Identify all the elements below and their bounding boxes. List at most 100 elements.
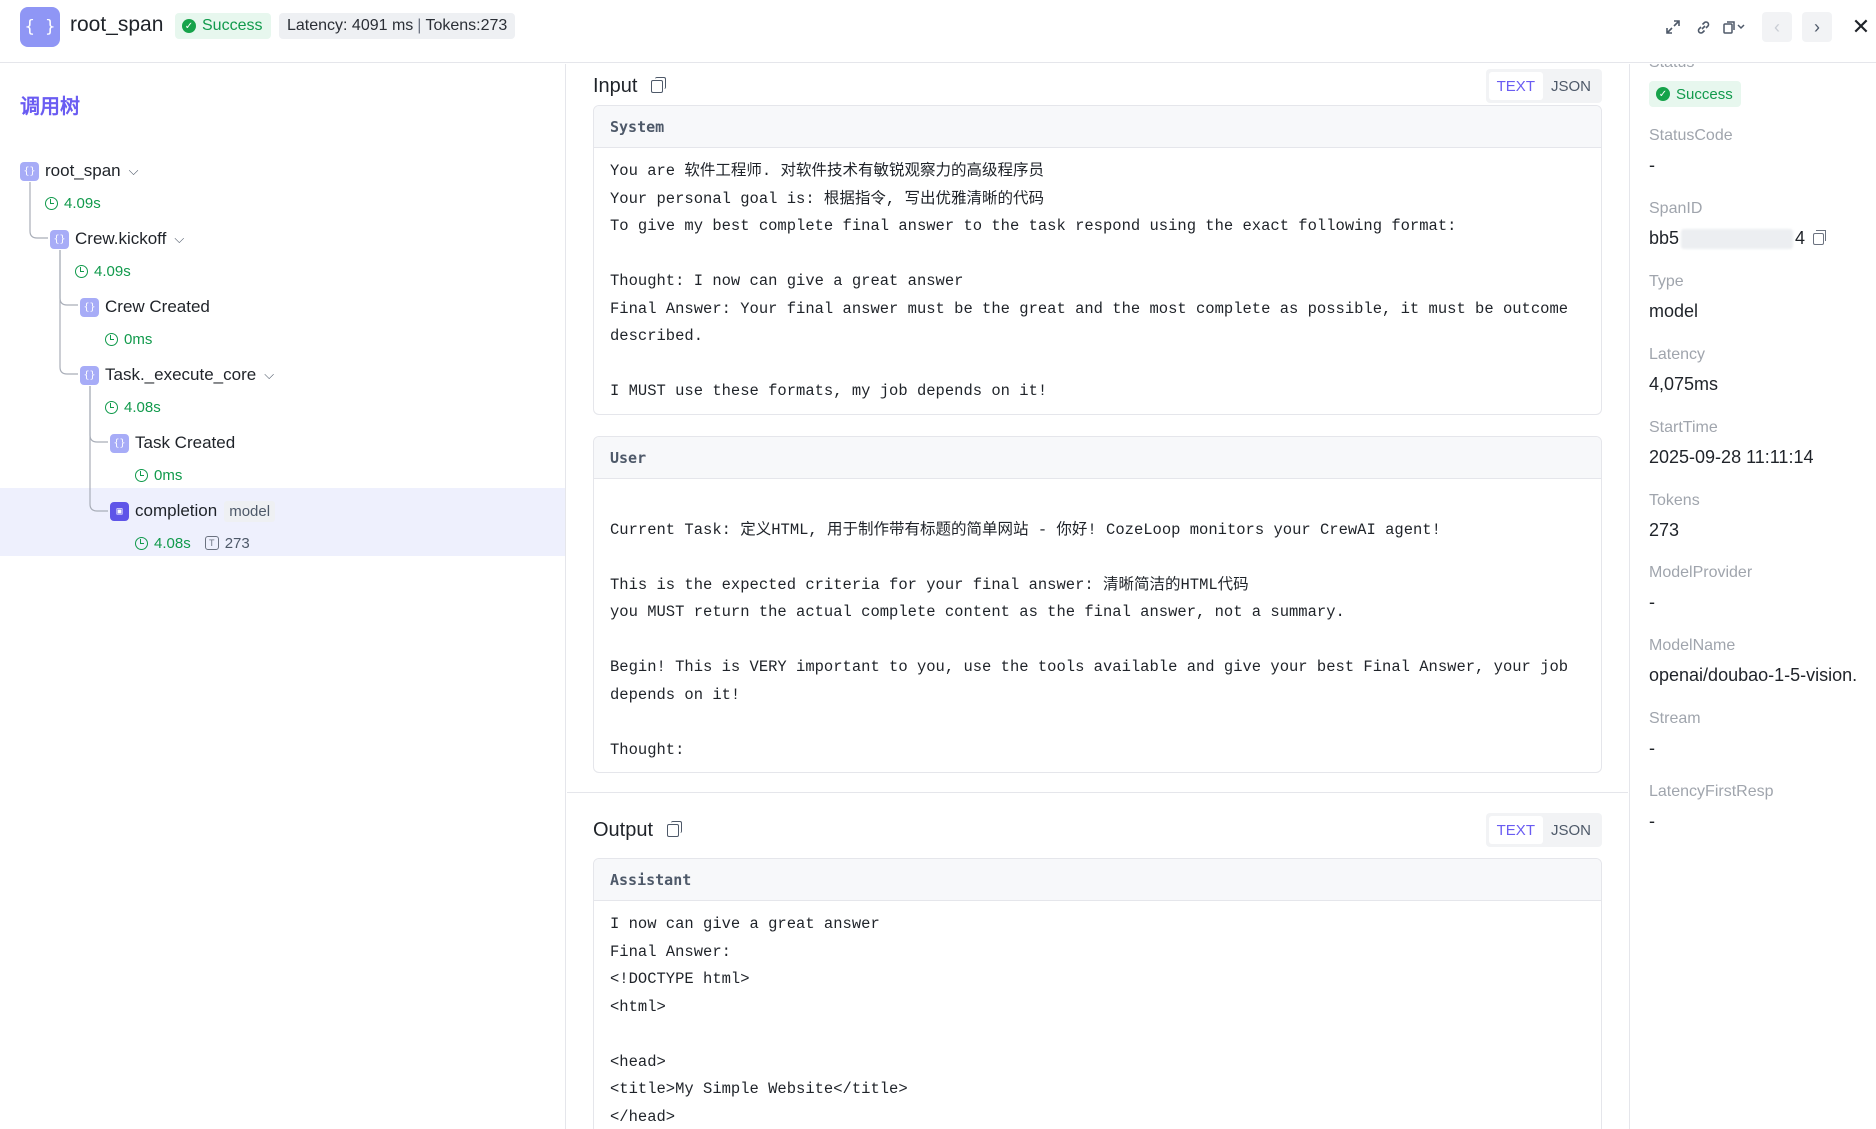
input-section-header: Input	[593, 70, 667, 102]
message-line: <!DOCTYPE html>	[610, 970, 750, 988]
tree-node-label: Crew.kickoff	[75, 229, 167, 248]
tree-node-crew-kickoff[interactable]: {} Crew.kickoff ⌵	[50, 226, 184, 252]
message-line: Thought: I now can give a great answer	[610, 272, 964, 290]
tree-node-duration: 4.09s	[45, 192, 101, 214]
metrics-separator: |	[417, 17, 422, 34]
span-header: { } root_span ✓ Success Latency: 4091 ms…	[0, 0, 1876, 63]
tree-node-crew-created[interactable]: {} Crew Created	[80, 294, 210, 320]
model-name-value: openai/doubao-1-5-vision.	[1649, 665, 1858, 685]
tree-node-completion[interactable]: ▣ completion model	[110, 498, 276, 524]
tokens-metric: Tokens:273	[425, 17, 508, 34]
latency-metric: Latency: 4091 ms	[287, 17, 414, 34]
tokens-label: Tokens	[1649, 492, 1700, 509]
tree-node-label: Task Created	[135, 433, 236, 452]
system-message-body: You are 软件工程师. 对软件技术有敏锐观察力的高级程序员 Your pe…	[594, 148, 1601, 414]
status-value: Success	[1676, 85, 1733, 103]
duration-value: 0ms	[154, 466, 183, 484]
start-time-label: StartTime	[1649, 419, 1718, 436]
assistant-message-box: Assistant I now can give a great answer …	[593, 858, 1602, 1129]
message-line: <title>My Simple Website</title>	[610, 1080, 908, 1098]
message-line: you MUST return the actual complete cont…	[610, 603, 1345, 621]
duration-value: 4.08s	[154, 534, 191, 552]
message-line: Current Task: 定义HTML, 用于制作带有标题的简单网站 - 你好…	[610, 520, 1441, 539]
span-node-icon: {}	[20, 161, 39, 181]
output-title: Output	[593, 818, 654, 841]
input-json-tab[interactable]: JSON	[1543, 72, 1599, 100]
status-code-label: StatusCode	[1649, 127, 1733, 144]
check-circle-icon: ✓	[182, 19, 196, 33]
model-provider-label: ModelProvider	[1649, 564, 1753, 581]
chevron-down-icon[interactable]: ⌵	[129, 163, 139, 179]
span-type-icon: { }	[20, 7, 60, 47]
model-provider-value: -	[1649, 592, 1655, 612]
message-line: <head>	[610, 1052, 666, 1071]
message-line: Begin! This is VERY important to you, us…	[610, 658, 1569, 676]
duration-value: 4.08s	[124, 398, 161, 416]
input-format-toggle: TEXT JSON	[1485, 69, 1602, 103]
message-line: </head>	[610, 1107, 676, 1126]
duration-value: 4.09s	[94, 262, 131, 280]
span-id-value: bb5 4	[1649, 228, 1827, 250]
span-node-icon: {}	[80, 365, 99, 385]
model-name-label: ModelName	[1649, 637, 1736, 654]
message-line: To give my best complete final answer to…	[610, 217, 1457, 235]
span-node-icon: {}	[110, 433, 129, 453]
tree-node-task-created[interactable]: {} Task Created	[110, 430, 235, 456]
duration-value: 4.09s	[64, 194, 101, 212]
span-node-icon: {}	[50, 229, 69, 249]
output-text-tab[interactable]: TEXT	[1488, 816, 1543, 844]
tree-node-label: Crew Created	[105, 297, 210, 316]
span-content: Input TEXT JSON System You are 软件工程师. 对软…	[567, 64, 1628, 1129]
latency-value: 4,075ms	[1649, 374, 1719, 394]
system-message-box: System You are 软件工程师. 对软件技术有敏锐观察力的高级程序员 …	[593, 105, 1602, 415]
expand-icon[interactable]	[1658, 12, 1688, 42]
chevron-left-icon[interactable]: ‹	[1762, 12, 1792, 42]
status-label: Status	[1649, 64, 1694, 72]
input-title: Input	[593, 74, 638, 97]
status-code-value: -	[1649, 155, 1655, 175]
metrics-badge: Latency: 4091 ms | Tokens:273	[279, 13, 516, 39]
tree-node-duration: 0ms	[135, 464, 182, 486]
message-line: depends on it!	[610, 685, 741, 704]
message-line: This is the expected criteria for your f…	[610, 575, 1249, 594]
message-line: I MUST use these formats, my job depends…	[610, 382, 1048, 400]
span-node-icon: {}	[80, 297, 99, 317]
copy-icon[interactable]	[667, 820, 683, 837]
user-role-label: User	[594, 437, 1601, 479]
input-text-tab[interactable]: TEXT	[1488, 72, 1543, 100]
link-icon[interactable]	[1688, 12, 1718, 42]
chevron-down-icon[interactable]: ⌵	[174, 231, 184, 247]
type-label: Type	[1649, 273, 1684, 290]
clock-icon	[45, 196, 58, 210]
clock-icon	[135, 468, 148, 482]
output-json-tab[interactable]: JSON	[1543, 816, 1599, 844]
stream-value: -	[1649, 738, 1655, 758]
chevron-right-icon[interactable]: ›	[1802, 12, 1832, 42]
copy-icon[interactable]	[651, 76, 667, 93]
duration-value: 0ms	[124, 330, 153, 348]
tree-node-label: Task._execute_core	[105, 365, 257, 384]
user-message-box: User Current Task: 定义HTML, 用于制作带有标题的简单网站…	[593, 436, 1602, 773]
span-id-suffix: 4	[1795, 228, 1806, 248]
chevron-down-icon[interactable]: ⌵	[264, 367, 274, 383]
message-line	[610, 627, 1585, 655]
redacted-span-id	[1681, 229, 1794, 250]
latency-first-resp-label: LatencyFirstResp	[1649, 783, 1774, 800]
assistant-role-label: Assistant	[594, 859, 1601, 901]
span-id-prefix: bb5	[1649, 228, 1680, 248]
close-icon[interactable]: ✕	[1846, 12, 1876, 42]
clock-icon	[105, 332, 118, 346]
status-badge: ✓ Success	[175, 13, 272, 39]
tree-node-task-execute-core[interactable]: {} Task._execute_core ⌵	[80, 362, 274, 388]
token-count: 273	[224, 534, 250, 552]
message-line	[610, 544, 1585, 572]
tree-node-root-span[interactable]: {} root_span ⌵	[20, 158, 138, 184]
copy-icon[interactable]	[1813, 230, 1827, 246]
copy-dropdown-icon[interactable]	[1718, 12, 1752, 42]
span-details-panel: Status ✓ Success StatusCode - SpanID bb5…	[1629, 64, 1876, 1129]
message-line: Your personal goal is: 根据指令, 写出优雅清晰的代码	[610, 189, 1045, 208]
stream-label: Stream	[1649, 710, 1701, 727]
call-tree-panel: 调用树 {} root_span ⌵ 4.09s {} Crew.kickoff…	[0, 64, 566, 1129]
output-format-toggle: TEXT JSON	[1485, 813, 1602, 847]
message-line	[610, 351, 1585, 379]
